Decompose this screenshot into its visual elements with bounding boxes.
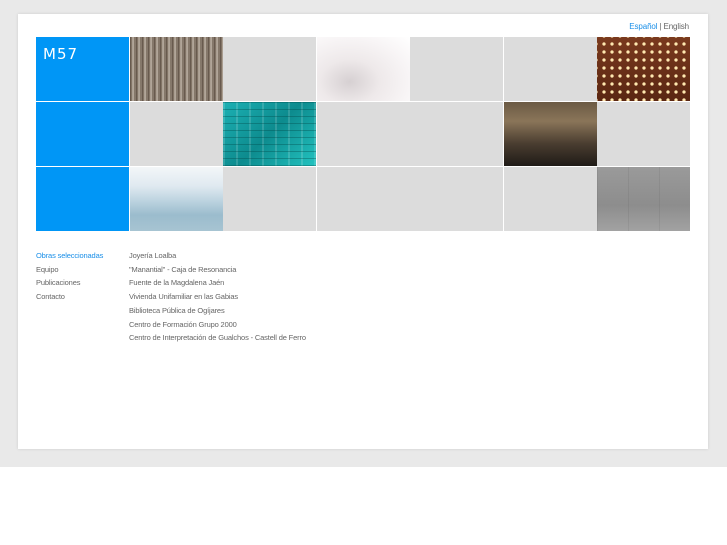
project-thumbnail[interactable] — [504, 102, 597, 166]
grid-placeholder-tile — [504, 167, 597, 231]
grid-placeholder-tile — [410, 167, 503, 231]
project-thumbnail[interactable] — [597, 167, 690, 231]
work-link[interactable]: Biblioteca Pública de Ogíjares — [129, 304, 306, 318]
lang-espanol-link[interactable]: Español — [629, 22, 657, 31]
work-link[interactable]: Centro de Interpretación de Gualchos - C… — [129, 331, 306, 345]
project-image-grid: M57 — [36, 37, 690, 231]
main-nav: Obras seleccionadas Equipo Publicaciones… — [36, 249, 103, 304]
site-logo: M57 — [43, 45, 79, 63]
work-link[interactable]: Vivienda Unifamiliar en las Gabias — [129, 290, 306, 304]
content-card: Español | English M57 Obras seleccionadas … — [18, 14, 708, 449]
grid-placeholder-tile — [597, 102, 690, 166]
project-thumbnail[interactable] — [597, 37, 690, 101]
project-thumbnail[interactable] — [223, 102, 316, 166]
works-list: Joyería Loalba "Manantial" - Caja de Res… — [129, 249, 306, 345]
nav-item-contacto[interactable]: Contacto — [36, 290, 103, 304]
project-thumbnail[interactable] — [130, 167, 223, 231]
nav-item-equipo[interactable]: Equipo — [36, 263, 103, 277]
logo-tile[interactable]: M57 — [36, 37, 129, 101]
lang-english-link[interactable]: English — [663, 22, 689, 31]
grid-placeholder-tile — [410, 37, 503, 101]
grid-placeholder-tile — [130, 102, 223, 166]
work-link[interactable]: Fuente de la Magdalena Jaén — [129, 276, 306, 290]
work-link[interactable]: "Manantial" - Caja de Resonancia — [129, 263, 306, 277]
nav-item-publicaciones[interactable]: Publicaciones — [36, 276, 103, 290]
nav-item-obras-seleccionadas[interactable]: Obras seleccionadas — [36, 249, 103, 263]
blue-tile — [36, 102, 129, 166]
grid-placeholder-tile — [504, 37, 597, 101]
grid-placeholder-tile — [410, 102, 503, 166]
grid-placeholder-tile — [317, 102, 410, 166]
work-link[interactable]: Centro de Formación Grupo 2000 — [129, 318, 306, 332]
grid-placeholder-tile — [317, 167, 410, 231]
work-link[interactable]: Joyería Loalba — [129, 249, 306, 263]
project-thumbnail[interactable] — [317, 37, 410, 101]
project-thumbnail[interactable] — [130, 37, 223, 101]
language-switcher: Español | English — [629, 22, 689, 31]
blue-tile — [36, 167, 129, 231]
grid-placeholder-tile — [223, 37, 316, 101]
grid-placeholder-tile — [223, 167, 316, 231]
